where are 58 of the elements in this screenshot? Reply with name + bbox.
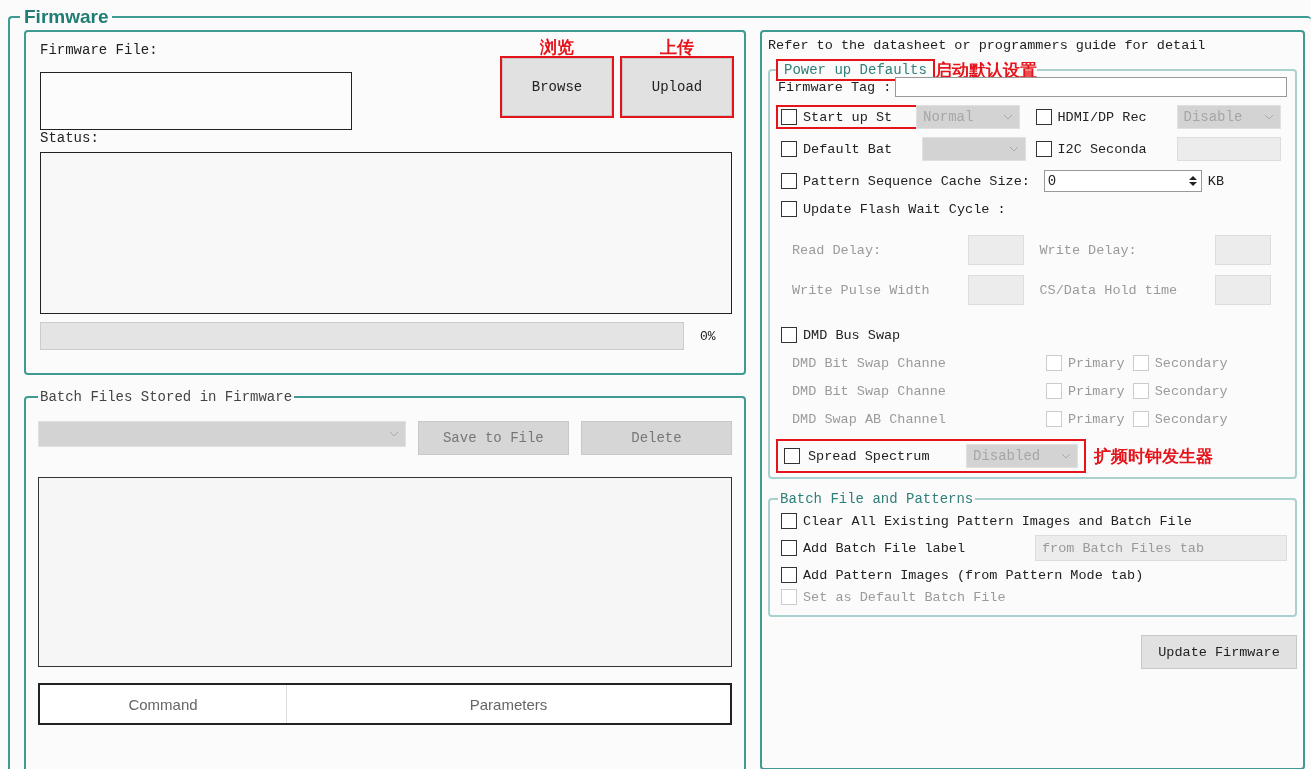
annotation-label: 浏览 xyxy=(540,36,574,58)
checkbox-label: Set as Default Batch File xyxy=(803,589,1006,605)
column-header[interactable]: Command xyxy=(40,685,287,723)
caret-icon xyxy=(388,431,399,437)
field-label: Status: xyxy=(40,130,100,146)
progress-text: 0% xyxy=(700,328,716,344)
tag-field[interactable] xyxy=(895,77,1287,97)
field-label: CS/Data Hold time xyxy=(1039,282,1178,298)
group-title: Batch Files Stored in Firmware xyxy=(39,389,294,405)
checkbox-label: Secondary xyxy=(1154,411,1228,427)
update-firmware-button[interactable]: Update Firmware xyxy=(1141,635,1297,669)
checkbox-label: HDMI/DP Rec xyxy=(1057,109,1148,125)
checkbox-label: Default Bat xyxy=(803,141,894,157)
note-text: Refer to the datasheet or programmers guide for detail xyxy=(768,38,1207,53)
checkbox-label: DMD Bus Swap xyxy=(803,327,901,343)
annotation-label: 上传 xyxy=(660,36,694,58)
checkbox-label: Secondary xyxy=(1154,383,1228,399)
checkbox-label: Pattern Sequence Cache Size: xyxy=(803,173,1030,189)
unit-label: KB xyxy=(1207,173,1225,189)
caret-icon xyxy=(1003,114,1013,120)
checkbox-label: Primary xyxy=(1068,411,1125,427)
checkbox-label: Primary xyxy=(1068,355,1125,371)
field-label: Firmware Tag : xyxy=(778,79,892,95)
checkbox-label: Add Batch File label xyxy=(803,540,966,556)
caret-icon xyxy=(1009,146,1019,152)
checkbox[interactable] xyxy=(781,567,797,583)
checkbox-label: Clear All Existing Pattern Images and Batch File xyxy=(803,513,1192,529)
checkbox[interactable] xyxy=(781,540,797,556)
checkbox-label: Update Flash Wait Cycle : xyxy=(803,201,1006,217)
caret-icon xyxy=(1061,453,1071,459)
checkbox-label: Spread Spectrum xyxy=(808,448,931,464)
group-title: Power up Defaults xyxy=(778,61,933,79)
column-header[interactable]: Parameters xyxy=(287,685,730,723)
spin-field[interactable]: 0 xyxy=(1043,170,1202,192)
field-label: Read Delay: xyxy=(792,242,882,258)
spin-arrows-icon[interactable] xyxy=(1187,175,1198,187)
file-field[interactable] xyxy=(40,72,352,130)
annotation-label: 扩频时钟发生器 xyxy=(1094,445,1213,467)
field-label: Write Pulse Width xyxy=(792,282,930,298)
checkbox-label: Primary xyxy=(1068,383,1125,399)
checkbox[interactable] xyxy=(781,201,797,217)
checkbox-label: Secondary xyxy=(1154,355,1228,371)
checkbox-label: Start up St xyxy=(803,109,894,125)
checkbox-label: Add Pattern Images (from Pattern Mode tab) xyxy=(803,567,1144,583)
checkbox-label: I2C Seconda xyxy=(1057,141,1148,157)
file-button[interactable]: Browse xyxy=(502,58,612,116)
channel-label: DMD Bit Swap Channe xyxy=(792,383,947,399)
checkbox[interactable] xyxy=(781,173,797,189)
caret-icon xyxy=(1263,114,1274,120)
channel-label: DMD Swap AB Channel xyxy=(792,411,947,427)
checkbox[interactable] xyxy=(781,327,797,343)
group-title: Batch File and Patterns xyxy=(779,491,975,507)
channel-label: DMD Bit Swap Channe xyxy=(792,355,947,371)
checkbox[interactable] xyxy=(781,513,797,529)
file-button[interactable]: Upload xyxy=(622,58,732,116)
field-label: Write Delay: xyxy=(1039,242,1137,258)
group-title: Firmware xyxy=(23,6,110,28)
field-label: Firmware File: xyxy=(40,42,159,58)
